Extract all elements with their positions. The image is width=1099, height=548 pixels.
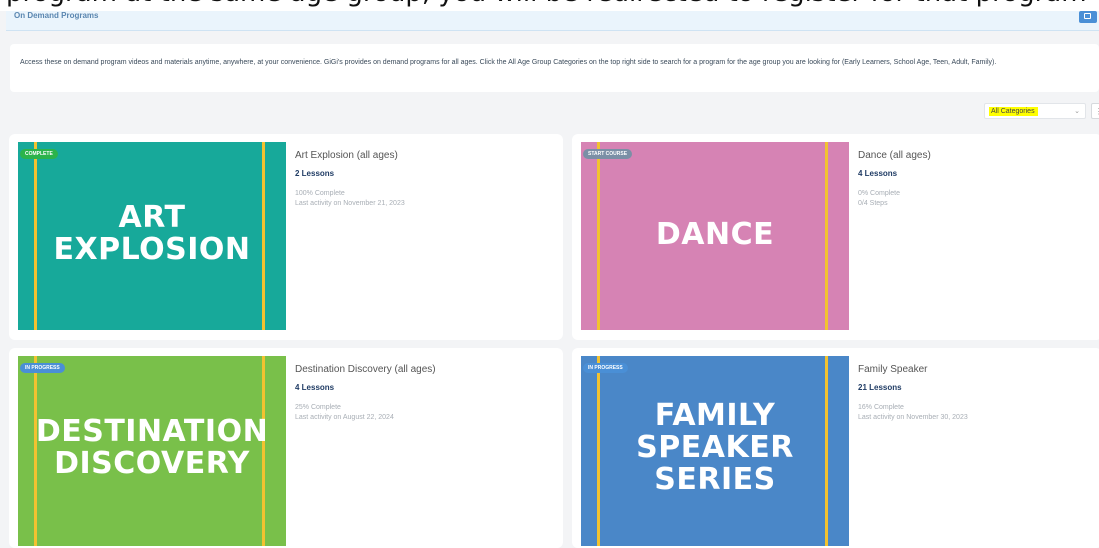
menu-icon: ⋮ <box>1095 107 1099 116</box>
course-card-family-speaker[interactable]: FAMILY SPEAKER SERIES IN PROGRESS Family Spe… <box>572 348 1099 548</box>
course-card-art-explosion[interactable]: ART EXPLOSION COMPLETE Art Explosion (all a… <box>9 134 563 340</box>
course-meta: Destination Discovery (all ages) 4 Lesson… <box>295 364 436 423</box>
intro-panel: Access these on demand program videos an… <box>10 44 1099 92</box>
course-progress-text: 0% Complete <box>858 190 901 197</box>
course-lesson-count: 4 Lessons <box>295 383 335 392</box>
course-activity-text: Last activity on August 22, 2024 <box>295 414 394 421</box>
course-name-link[interactable]: Dance (all ages) <box>858 150 931 161</box>
course-progress-text: 16% Complete <box>858 404 904 411</box>
course-name-link[interactable]: Family Speaker <box>858 364 968 375</box>
course-activity-text: Last activity on November 30, 2023 <box>858 414 968 421</box>
course-meta: Family Speaker 21 Lessons 16% Complete Last… <box>858 364 968 423</box>
thumbnail-title: ART EXPLOSION <box>53 200 251 267</box>
page-header: On Demand Programs <box>6 11 1099 31</box>
course-card-dance[interactable]: DANCE START COURSE Dance (all ages) 4 Lesso… <box>572 134 1099 340</box>
top-cutoff-strip: program at the same age group, you will … <box>0 0 1099 11</box>
course-thumbnail[interactable]: DANCE START COURSE <box>581 142 849 330</box>
course-lesson-count: 4 Lessons <box>858 169 898 178</box>
course-activity-text: Last activity on November 21, 2023 <box>295 200 405 207</box>
course-status-badge: START COURSE <box>583 149 633 159</box>
course-meta: Dance (all ages) 4 Lessons 0% Complete 0/4 … <box>858 150 931 209</box>
course-status-badge: IN PROGRESS <box>20 363 65 373</box>
page-title: On Demand Programs <box>14 11 99 20</box>
overflow-banner-text: program at the same age group, you will … <box>6 0 1087 8</box>
course-activity-text: 0/4 Steps <box>858 200 888 207</box>
course-thumbnail[interactable]: ART EXPLOSION COMPLETE <box>18 142 286 330</box>
course-thumbnail[interactable]: FAMILY SPEAKER SERIES IN PROGRESS <box>581 356 849 546</box>
course-name-link[interactable]: Art Explosion (all ages) <box>295 150 405 161</box>
intro-text: Access these on demand program videos an… <box>20 59 997 66</box>
course-progress-text: 25% Complete <box>295 404 341 411</box>
chevron-down-icon: ⌄ <box>1074 108 1080 115</box>
course-status-badge: COMPLETE <box>20 149 58 159</box>
thumbnail-title: DESTINATION DISCOVERY <box>35 414 269 481</box>
view-toggle-button[interactable]: ⋮ <box>1091 103 1099 119</box>
course-status-badge: IN PROGRESS <box>583 363 628 373</box>
course-lesson-count: 21 Lessons <box>858 383 902 392</box>
header-action-button[interactable] <box>1079 11 1097 23</box>
thumbnail-title: FAMILY SPEAKER SERIES <box>636 398 794 497</box>
course-card-destination-discovery[interactable]: DESTINATION DISCOVERY IN PROGRESS Destinati… <box>9 348 563 548</box>
course-meta: Art Explosion (all ages) 2 Lessons 100% Co… <box>295 150 405 209</box>
course-lesson-count: 2 Lessons <box>295 169 335 178</box>
category-filter-select[interactable]: All Categories ⌄ <box>984 103 1086 119</box>
thumbnail-title: DANCE <box>655 217 775 252</box>
course-progress-text: 100% Complete <box>295 190 345 197</box>
course-name-link[interactable]: Destination Discovery (all ages) <box>295 364 436 375</box>
course-thumbnail[interactable]: DESTINATION DISCOVERY IN PROGRESS <box>18 356 286 546</box>
category-filter-value: All Categories <box>989 107 1038 116</box>
